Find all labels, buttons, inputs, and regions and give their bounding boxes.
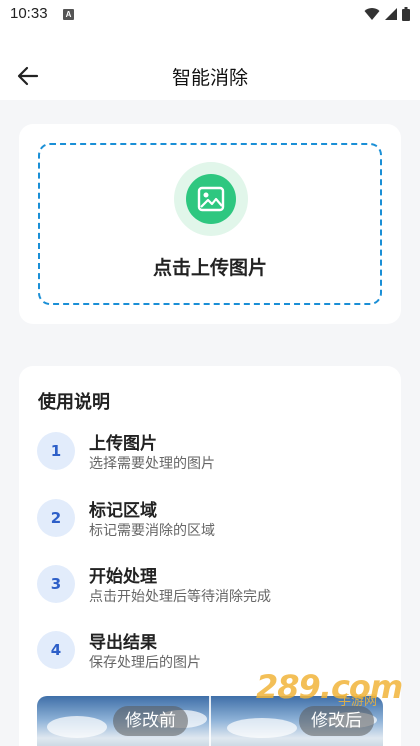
upload-label: 点击上传图片 xyxy=(152,257,267,279)
wifi-icon xyxy=(364,8,380,20)
step-description: 标记需要消除的区域 xyxy=(89,523,215,539)
step-number-badge: 1 xyxy=(37,432,75,470)
step-item: 3 开始处理 点击开始处理后等待消除完成 xyxy=(37,562,387,612)
app-header: 智能消除 xyxy=(0,30,420,100)
step-number-badge: 2 xyxy=(37,499,75,537)
step-description: 保存处理后的图片 xyxy=(89,655,201,671)
watermark-subtitle: 手游网 xyxy=(338,694,378,709)
step-item: 1 上传图片 选择需要处理的图片 xyxy=(37,429,387,479)
before-label: 修改前 xyxy=(113,706,188,736)
upload-icon-badge xyxy=(174,162,248,236)
system-icons xyxy=(364,7,410,21)
step-title: 导出结果 xyxy=(89,633,157,653)
watermark-logo: 289.com xyxy=(256,668,403,706)
signal-icon xyxy=(385,8,397,20)
step-title: 上传图片 xyxy=(89,434,157,454)
step-title: 开始处理 xyxy=(89,567,157,587)
compare-divider xyxy=(209,696,211,746)
after-label: 修改后 xyxy=(299,706,374,736)
step-title: 标记区域 xyxy=(89,501,157,521)
status-bar: 10:33 A xyxy=(0,0,420,30)
battery-icon xyxy=(402,7,410,21)
status-time: 10:33 xyxy=(10,5,48,22)
step-item: 2 标记区域 标记需要消除的区域 xyxy=(37,496,387,546)
step-description: 选择需要处理的图片 xyxy=(89,456,215,472)
image-icon xyxy=(197,186,225,212)
upload-card: 点击上传图片 xyxy=(19,124,401,324)
step-number-badge: 4 xyxy=(37,631,75,669)
step-number-badge: 3 xyxy=(37,565,75,603)
instructions-title: 使用说明 xyxy=(38,392,110,413)
notification-icon: A xyxy=(63,9,74,20)
upload-image-button[interactable]: 点击上传图片 xyxy=(38,143,382,305)
step-description: 点击开始处理后等待消除完成 xyxy=(89,589,271,605)
page-title: 智能消除 xyxy=(171,67,248,89)
